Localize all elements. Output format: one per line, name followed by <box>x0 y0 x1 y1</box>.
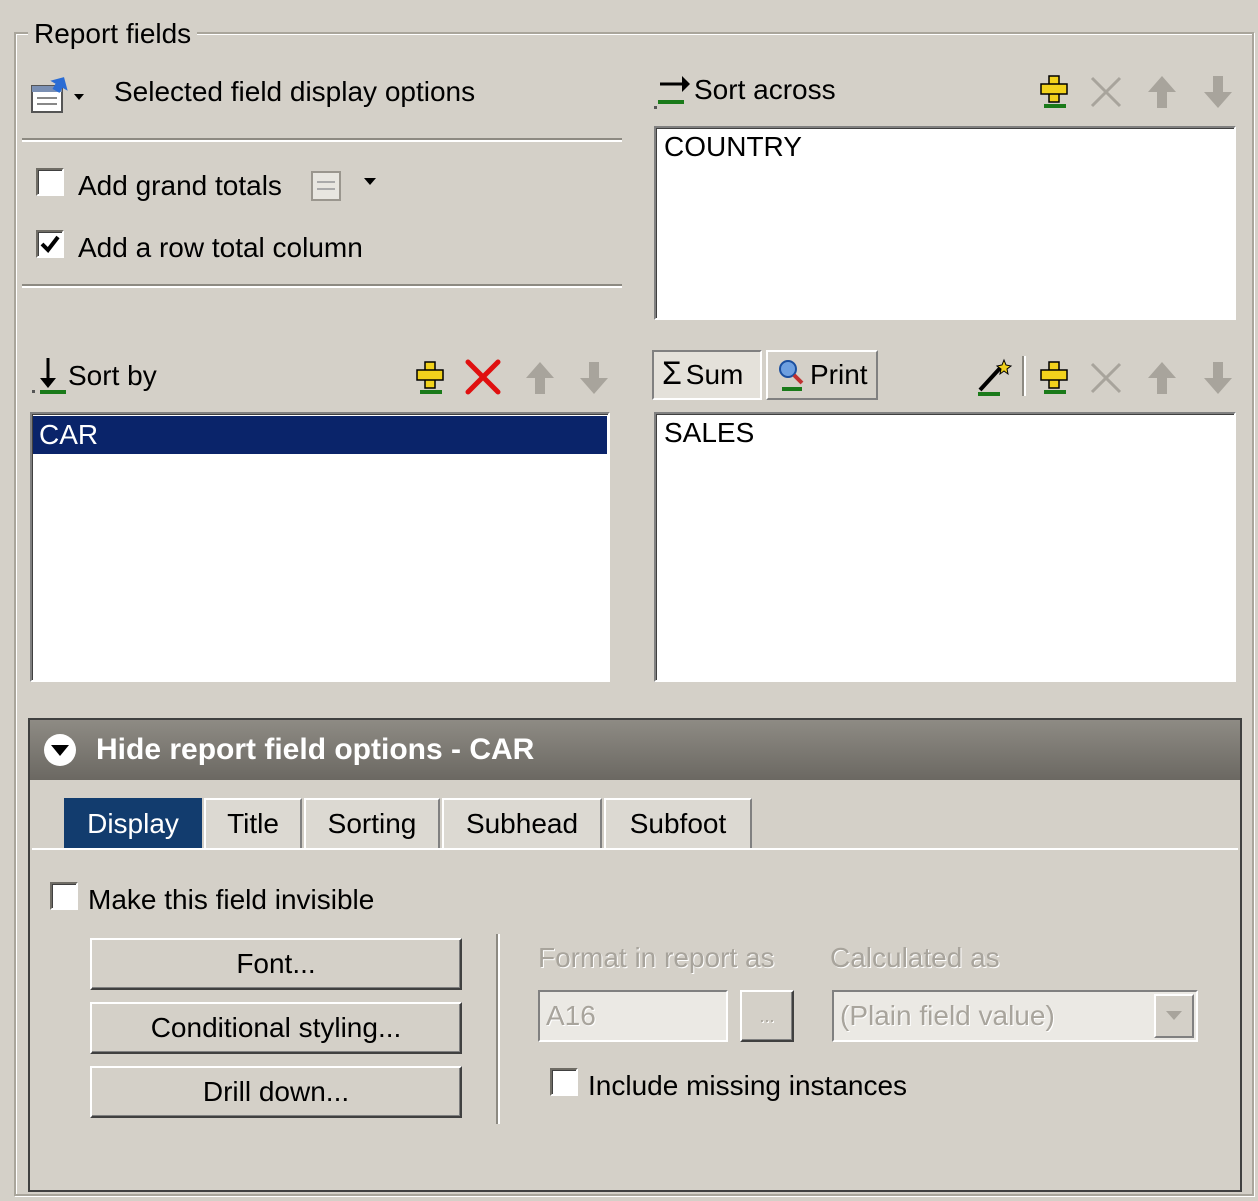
move-down-icon[interactable] <box>1198 358 1238 398</box>
report-fields-legend: Report fields <box>28 18 198 50</box>
conditional-styling-button[interactable]: Conditional styling... <box>90 1002 462 1054</box>
add-grand-totals-label[interactable]: Add grand totals <box>78 170 282 202</box>
delete-icon[interactable] <box>462 356 504 398</box>
format-browse-button[interactable]: ... <box>740 990 794 1042</box>
print-button[interactable]: Print <box>766 350 878 400</box>
move-up-icon[interactable] <box>1142 72 1182 112</box>
include-missing-label[interactable]: Include missing instances <box>588 1070 907 1102</box>
sum-label: Sum <box>685 359 744 390</box>
checkmark-icon <box>40 235 60 254</box>
display-options-label[interactable]: Selected field display options <box>114 76 475 108</box>
add-row-total-checkbox[interactable] <box>36 230 64 258</box>
make-invisible-label[interactable]: Make this field invisible <box>88 884 374 916</box>
sort-across-icon <box>652 70 692 112</box>
divider <box>22 138 622 142</box>
move-down-icon[interactable] <box>1198 72 1238 112</box>
divider <box>22 284 622 288</box>
report-fields-dialog: Report fields Selected field display opt… <box>0 0 1258 1201</box>
add-icon[interactable] <box>412 358 448 398</box>
sort-by-list[interactable]: CAR <box>30 412 610 682</box>
sort-across-list[interactable]: COUNTRY <box>654 126 1236 320</box>
wand-icon[interactable] <box>972 356 1016 398</box>
list-item[interactable]: COUNTRY <box>656 128 1234 166</box>
field-options-header[interactable]: Hide report field options - CAR <box>30 720 1240 780</box>
delete-icon-disabled[interactable] <box>1086 358 1126 398</box>
sigma-icon: Σ <box>662 355 682 391</box>
tab-sorting[interactable]: Sorting <box>304 798 440 850</box>
field-options-title: Hide report field options - CAR <box>96 733 535 766</box>
drill-down-button[interactable]: Drill down... <box>90 1066 462 1118</box>
collapse-icon[interactable] <box>42 732 78 768</box>
grand-totals-options-icon[interactable] <box>308 164 380 204</box>
sort-across-label: Sort across <box>694 74 836 105</box>
sort-by-icon <box>30 354 70 396</box>
tab-subhead[interactable]: Subhead <box>442 798 602 850</box>
toolbar-separator <box>1022 356 1026 396</box>
measures-list[interactable]: SALES <box>654 412 1236 682</box>
sort-by-label: Sort by <box>68 360 157 391</box>
tab-subfoot[interactable]: Subfoot <box>604 798 752 850</box>
vertical-divider <box>496 934 500 1124</box>
move-down-icon[interactable] <box>574 358 614 398</box>
calculated-value: (Plain field value) <box>840 1000 1055 1031</box>
dropdown-arrow-icon[interactable] <box>1154 994 1194 1038</box>
list-item[interactable]: SALES <box>656 414 1234 452</box>
format-label: Format in report as <box>538 942 775 973</box>
add-icon[interactable] <box>1036 358 1072 398</box>
list-item-selected[interactable]: CAR <box>33 416 607 454</box>
move-up-icon[interactable] <box>520 358 560 398</box>
print-label: Print <box>810 359 868 390</box>
tab-title[interactable]: Title <box>204 798 302 850</box>
delete-icon-disabled[interactable] <box>1086 72 1126 112</box>
move-up-icon[interactable] <box>1142 358 1182 398</box>
include-missing-checkbox[interactable] <box>550 1068 578 1096</box>
make-invisible-checkbox[interactable] <box>50 882 78 910</box>
add-row-total-label[interactable]: Add a row total column <box>78 232 363 264</box>
tab-display[interactable]: Display <box>64 798 202 850</box>
calculated-label: Calculated as <box>830 942 1000 973</box>
format-input[interactable]: A16 <box>538 990 728 1042</box>
add-grand-totals-checkbox[interactable] <box>36 168 64 196</box>
add-icon[interactable] <box>1036 72 1072 112</box>
field-options-icon[interactable] <box>30 72 88 116</box>
tab-divider <box>32 848 1238 850</box>
font-button[interactable]: Font... <box>90 938 462 990</box>
print-field-icon <box>779 360 804 391</box>
field-options-panel: Hide report field options - CAR Display … <box>28 718 1242 1192</box>
sum-button[interactable]: Σ Sum <box>652 350 762 400</box>
calculated-select[interactable]: (Plain field value) <box>832 990 1198 1042</box>
